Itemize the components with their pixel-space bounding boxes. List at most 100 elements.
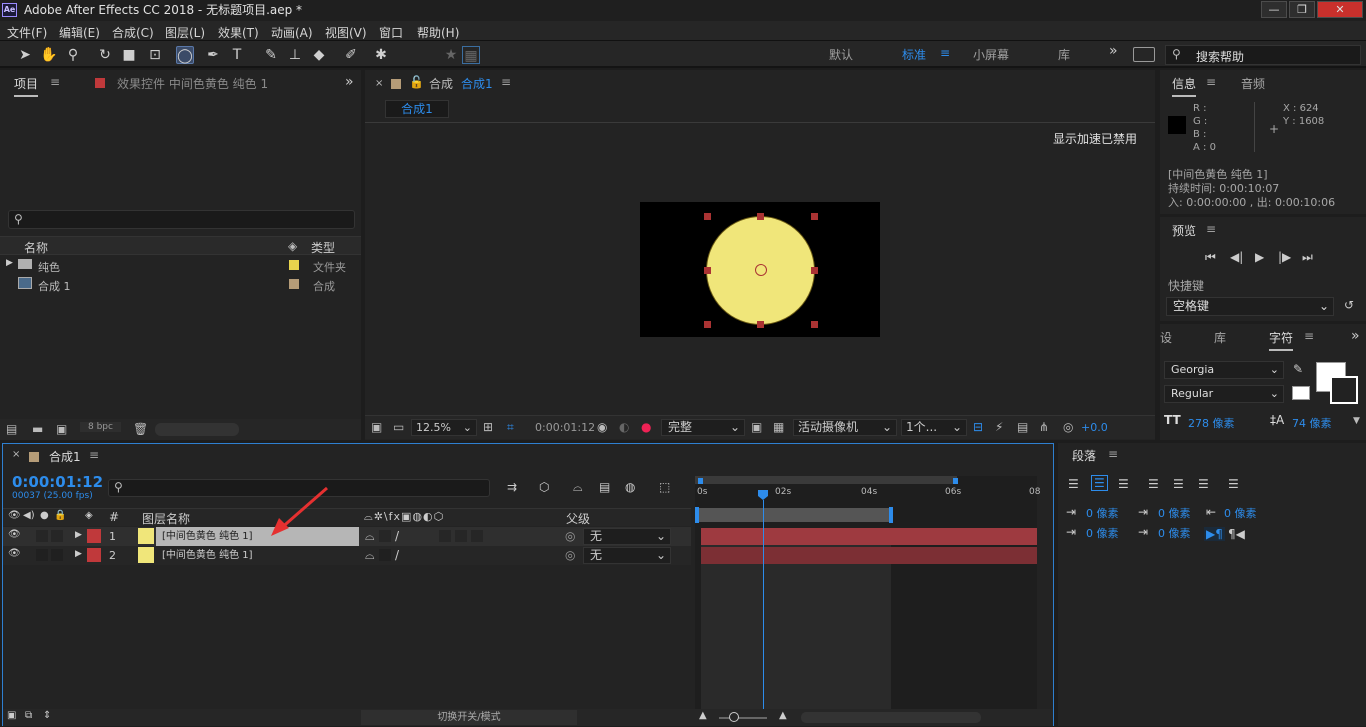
time-navigator[interactable] xyxy=(695,476,957,484)
leading-value[interactable]: 74 像素 xyxy=(1292,415,1332,431)
menu-effect[interactable]: 效果(T) xyxy=(218,24,259,41)
timeline-tab[interactable]: 合成1 xyxy=(49,448,81,465)
label-column-icon[interactable]: ◈ xyxy=(85,510,93,521)
show-snapshot-icon[interactable]: ◐ xyxy=(619,420,629,434)
shortcut-select[interactable]: 空格键 ⌄ xyxy=(1166,297,1334,316)
maximize-button[interactable]: ❐ xyxy=(1289,1,1315,18)
flowchart-icon[interactable]: ⋔ xyxy=(1039,420,1049,434)
project-search-input[interactable]: ⚲ xyxy=(8,210,355,229)
label-column-icon[interactable]: ◈ xyxy=(288,239,297,253)
workspace-small-screen[interactable]: 小屏幕 xyxy=(973,46,1009,63)
layer-name-column-header[interactable]: 图层名称 xyxy=(142,510,190,527)
composition-menu-icon[interactable]: ≡ xyxy=(501,75,511,89)
menu-help[interactable]: 帮助(H) xyxy=(417,24,459,41)
shy-layers-icon[interactable]: ⌓ xyxy=(573,480,583,495)
character-menu-icon[interactable]: ≡ xyxy=(1304,329,1314,343)
timeline-scrollbar[interactable] xyxy=(801,712,981,723)
layer-label-swatch[interactable] xyxy=(87,529,101,543)
pickwhip-icon[interactable]: ◎ xyxy=(565,529,575,543)
toggle-switches-modes-button[interactable]: 切换开关/模式 xyxy=(361,710,577,725)
menu-edit[interactable]: 编辑(E) xyxy=(59,24,100,41)
composition-tab-prefix[interactable]: 合成 xyxy=(429,75,453,92)
transform-handle[interactable] xyxy=(811,267,818,274)
pan-behind-tool-icon[interactable]: ⊡ xyxy=(146,46,164,64)
motion-blur-switch[interactable] xyxy=(455,530,467,542)
camera-view-select[interactable]: 活动摄像机 ⌄ xyxy=(793,419,897,436)
chevron-down-icon[interactable]: ▼ xyxy=(1353,416,1360,426)
rtl-direction-icon[interactable]: ¶◀ xyxy=(1228,527,1245,541)
frame-blending-icon[interactable]: ▤ xyxy=(599,480,610,494)
menu-window[interactable]: 窗口 xyxy=(379,24,403,41)
composition-canvas[interactable] xyxy=(640,202,880,337)
justify-last-right-icon[interactable]: ☰ xyxy=(1198,477,1209,491)
grid-guides-icon[interactable]: ⊞ xyxy=(483,420,493,434)
monitor-icon[interactable]: ▭ xyxy=(393,420,404,434)
graph-editor-icon[interactable]: ⬚ xyxy=(659,480,670,494)
reset-exposure-icon[interactable]: ◎ xyxy=(1063,420,1073,434)
timeline-timecode[interactable]: 0:00:01:12 xyxy=(12,473,103,491)
ellipse-tool-icon[interactable]: ◯ xyxy=(176,46,194,64)
navigator-end-handle[interactable] xyxy=(953,478,958,484)
stroke-color-swatch[interactable] xyxy=(1330,376,1358,404)
menu-layer[interactable]: 图层(L) xyxy=(165,24,205,41)
region-of-interest-icon[interactable]: ▣ xyxy=(751,420,762,434)
snapping-icon[interactable]: ▦ xyxy=(462,46,480,64)
composition-tab-name[interactable]: 合成1 xyxy=(461,75,493,92)
trash-icon[interactable]: 🗑 xyxy=(133,422,148,436)
pickwhip-icon[interactable]: ◎ xyxy=(565,548,575,562)
transparency-grid-icon[interactable]: ▦ xyxy=(773,420,784,434)
lock-toggle[interactable] xyxy=(51,549,63,561)
shy-switch-icon[interactable]: ⌓ xyxy=(365,548,375,563)
transform-handle[interactable] xyxy=(704,321,711,328)
puppet-pin-tool-icon[interactable]: ✱ xyxy=(372,46,390,64)
reset-icon[interactable]: ↺ xyxy=(1344,298,1354,312)
expand-arrow-icon[interactable]: ▶ xyxy=(6,258,13,268)
pen-tool-icon[interactable]: ✒ xyxy=(204,46,222,64)
fast-preview-icon[interactable]: ⚡ xyxy=(995,420,1003,434)
info-tab[interactable]: 信息 xyxy=(1172,75,1197,97)
timeline-icon[interactable]: ▤ xyxy=(1017,420,1028,434)
transform-handle[interactable] xyxy=(704,213,711,220)
zoom-in-icon[interactable]: ▲ xyxy=(779,710,787,721)
menu-composition[interactable]: 合成(C) xyxy=(112,24,154,41)
black-white-swatch[interactable] xyxy=(1292,386,1310,400)
brush-tool-icon[interactable]: ✎ xyxy=(262,46,280,64)
selection-tool-icon[interactable]: ➤ xyxy=(16,46,34,64)
layer-switches-icon[interactable]: ▣ xyxy=(7,710,16,721)
type-column-header[interactable]: 类型 xyxy=(311,239,335,256)
eye-column-icon[interactable]: 👁 xyxy=(8,510,21,521)
draft-3d-icon[interactable]: ⬡ xyxy=(539,480,549,494)
camera-snapshot-icon[interactable]: ◉ xyxy=(597,420,607,434)
previous-frame-icon[interactable]: ◀| xyxy=(1230,250,1243,264)
menu-view[interactable]: 视图(V) xyxy=(325,24,367,41)
align-left-icon[interactable]: ☰ xyxy=(1068,477,1079,491)
channel-icon[interactable]: ● xyxy=(641,420,651,434)
3d-switch[interactable] xyxy=(471,530,483,542)
collapse-switch[interactable] xyxy=(379,549,391,561)
number-column-header[interactable]: # xyxy=(109,510,119,524)
bit-depth-button[interactable]: 8 bpc xyxy=(80,422,121,432)
transform-handle[interactable] xyxy=(757,321,764,328)
eraser-tool-icon[interactable]: ◆ xyxy=(310,46,328,64)
layer-name[interactable]: [中间色黄色 纯色 1] xyxy=(156,546,359,565)
layer-row[interactable]: 👁 ▶ 2 [中间色黄色 纯色 1] ⌓ / ◎ 无 ⌄ xyxy=(3,546,691,565)
lock-icon[interactable]: 🔓 xyxy=(409,75,424,89)
text-tool-icon[interactable]: T xyxy=(228,46,246,64)
visibility-icon[interactable]: 👁 xyxy=(8,548,21,559)
workspace-default[interactable]: 默认 xyxy=(829,46,853,63)
transfer-controls-icon[interactable]: ⧉ xyxy=(25,710,32,721)
tab-truncated-a[interactable]: 设 xyxy=(1160,329,1172,346)
paragraph-menu-icon[interactable]: ≡ xyxy=(1108,447,1118,461)
work-area-bar[interactable] xyxy=(695,508,891,522)
font-family-select[interactable]: Georgia ⌄ xyxy=(1164,361,1284,379)
transform-handle[interactable] xyxy=(811,321,818,328)
effect-controls-tab[interactable]: 效果控件 中间色黄色 纯色 1 xyxy=(117,75,268,92)
expand-arrow-icon[interactable]: ▶ xyxy=(75,530,82,540)
playhead-handle[interactable] xyxy=(758,490,768,500)
indent-left-value[interactable]: 0 像素 xyxy=(1086,505,1119,521)
layer-duration-bar[interactable] xyxy=(701,547,1037,564)
resolution-select[interactable]: 完整 ⌄ xyxy=(661,419,745,436)
layer-duration-bar[interactable] xyxy=(701,528,1037,545)
align-center-icon[interactable]: ☰ xyxy=(1091,475,1108,491)
zoom-slider-thumb[interactable] xyxy=(729,712,739,722)
